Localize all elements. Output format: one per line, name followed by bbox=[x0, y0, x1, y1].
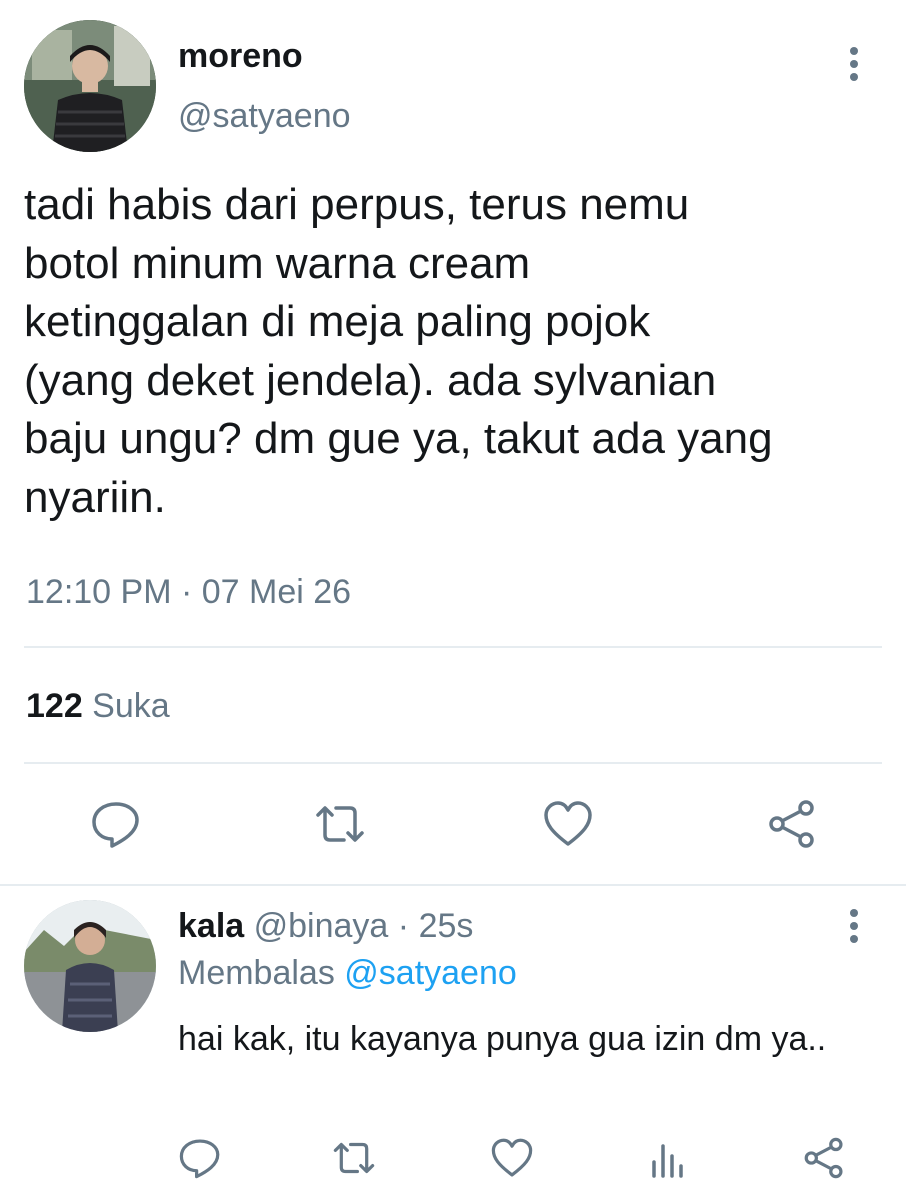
tweet-time: 12:10 PM bbox=[26, 573, 172, 611]
reply-bubble-icon[interactable] bbox=[90, 798, 142, 850]
tweet-text: tadi habis dari perpus, terus nemu botol… bbox=[24, 180, 773, 522]
reply-author-display-name[interactable]: kala bbox=[178, 907, 244, 945]
heart-icon[interactable] bbox=[490, 1136, 534, 1180]
reply-bubble-icon[interactable] bbox=[178, 1136, 222, 1180]
avatar[interactable] bbox=[24, 20, 156, 152]
reply-header: kala @binaya · 25s bbox=[178, 906, 473, 946]
divider bbox=[24, 762, 882, 764]
retweet-icon[interactable] bbox=[314, 798, 366, 850]
more-vertical-icon[interactable] bbox=[836, 44, 872, 84]
replying-label: Membalas bbox=[178, 954, 345, 992]
avatar-photo bbox=[24, 20, 156, 152]
section-divider bbox=[0, 884, 906, 886]
retweet-icon[interactable] bbox=[332, 1136, 376, 1180]
divider bbox=[24, 646, 882, 648]
meta-separator: · bbox=[171, 573, 202, 611]
replying-to: Membalas @satyaeno bbox=[178, 953, 517, 993]
tweet-date: 07 Mei 26 bbox=[201, 573, 352, 611]
likes-label: Suka bbox=[82, 687, 170, 725]
author-handle[interactable]: @satyaeno bbox=[178, 96, 351, 136]
more-vertical-icon[interactable] bbox=[836, 906, 872, 946]
tweet-detail-page: moreno @satyaeno tadi habis dari perpus,… bbox=[0, 0, 906, 1200]
analytics-icon[interactable] bbox=[646, 1136, 690, 1180]
avatar-photo bbox=[24, 900, 156, 1032]
reply-separator: · bbox=[388, 907, 419, 945]
likes-count: 122 bbox=[26, 687, 83, 725]
replying-to-mention[interactable]: @satyaeno bbox=[344, 954, 517, 992]
share-icon[interactable] bbox=[766, 798, 818, 850]
author-display-name[interactable]: moreno bbox=[178, 36, 303, 76]
likes-stat[interactable]: 122 Suka bbox=[26, 686, 170, 726]
reply-author-handle[interactable]: @binaya bbox=[244, 907, 389, 945]
heart-icon[interactable] bbox=[542, 798, 594, 850]
tweet-timestamp: 12:10 PM · 07 Mei 26 bbox=[26, 572, 351, 612]
reply-text: hai kak, itu kayanya punya gua izin dm y… bbox=[178, 1020, 827, 1058]
share-icon[interactable] bbox=[802, 1136, 846, 1180]
avatar[interactable] bbox=[24, 900, 156, 1032]
reply-age: 25s bbox=[418, 907, 474, 945]
